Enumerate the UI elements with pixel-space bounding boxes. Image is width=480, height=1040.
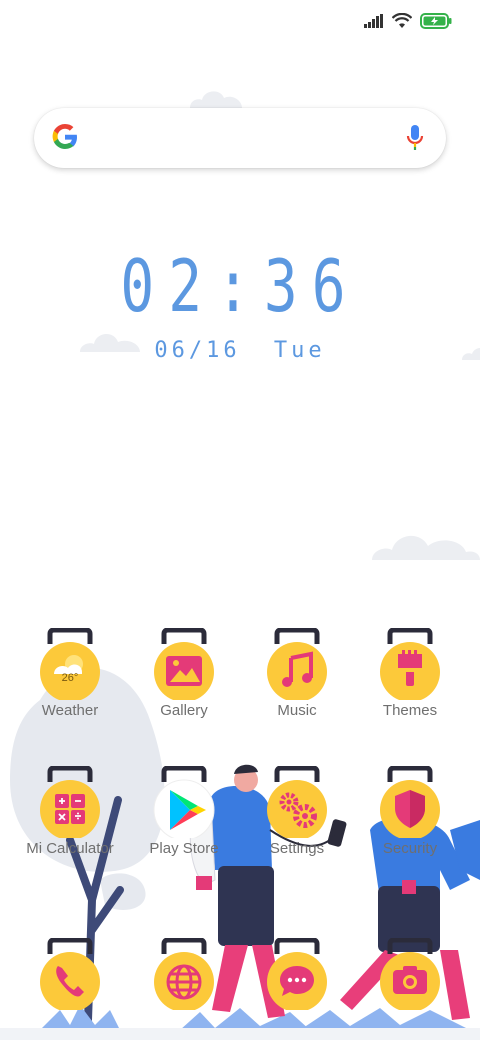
date-text: 06/16 (154, 338, 241, 363)
cloud (372, 535, 480, 560)
security-icon (380, 765, 440, 840)
dock-camera[interactable] (354, 937, 466, 1012)
dock-browser[interactable] (128, 937, 240, 1012)
camera-icon (380, 937, 440, 1012)
app-weather[interactable]: 26° Weather (14, 627, 126, 719)
app-security[interactable]: Security (354, 765, 466, 857)
messages-icon (267, 937, 327, 1012)
weather-icon: 26° (61, 672, 79, 684)
app-label: Weather (41, 702, 99, 719)
app-gallery[interactable]: Gallery (128, 627, 240, 719)
phone-icon (40, 937, 100, 1012)
cloud (190, 91, 242, 108)
settings-icon (267, 765, 327, 840)
signal-icon (364, 14, 383, 28)
weekday-text: Tue (273, 338, 326, 363)
mic-icon[interactable] (406, 124, 424, 152)
app-label: Mi Calculator (26, 840, 114, 857)
app-label: Themes (382, 702, 438, 719)
music-icon (267, 627, 327, 702)
app-label: Security (382, 840, 438, 857)
status-bar (364, 10, 452, 32)
app-label: Settings (269, 840, 325, 857)
app-label: Gallery (160, 702, 208, 719)
app-label: Music (277, 702, 317, 719)
google-logo-icon[interactable] (50, 122, 80, 152)
gallery-icon (154, 627, 214, 702)
wifi-icon (392, 13, 412, 28)
battery-charging-icon (420, 13, 452, 29)
clock-time[interactable]: 02:36 (53, 246, 427, 326)
app-play-store[interactable]: Play Store (128, 765, 240, 857)
browser-icon (154, 937, 214, 1012)
play-store-icon (153, 765, 215, 841)
app-label: Play Store (149, 840, 219, 857)
themes-icon (380, 627, 440, 702)
calculator-icon (40, 765, 100, 840)
app-music[interactable]: Music (241, 627, 353, 719)
dock-messages[interactable] (241, 937, 353, 1012)
dock-phone[interactable] (14, 937, 126, 1012)
clock-date: 06/16 Tue (0, 338, 480, 363)
app-settings[interactable]: Settings (241, 765, 353, 857)
app-themes[interactable]: Themes (354, 627, 466, 719)
app-mi-calculator[interactable]: Mi Calculator (14, 765, 126, 857)
search-bar[interactable] (34, 108, 446, 168)
